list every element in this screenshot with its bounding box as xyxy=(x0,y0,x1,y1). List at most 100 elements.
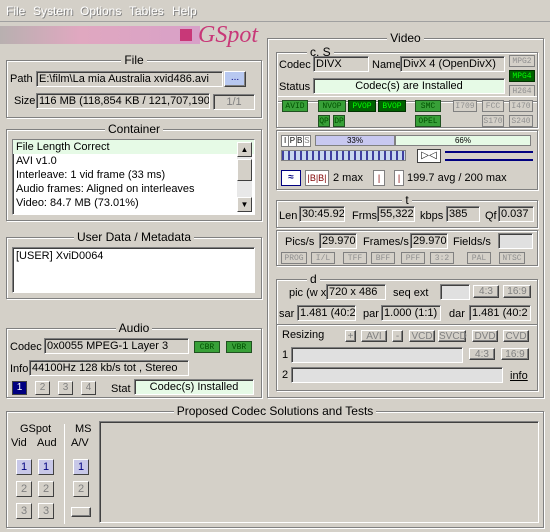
audio-group-title: Audio xyxy=(115,321,153,335)
qf-label: Qf xyxy=(485,210,497,222)
rates-subgroup: Pics/s 29.970 Frames/s 29.970 Fields/s P… xyxy=(276,230,538,266)
aud-solution-1-button[interactable]: 1 xyxy=(38,459,54,475)
b-frame-label: B xyxy=(296,136,304,146)
frame-track-line xyxy=(445,159,533,161)
userdata-box[interactable]: [USER] XviD0064 xyxy=(12,247,255,293)
frame-pct-bar-2: 66% xyxy=(395,135,531,146)
vid-solution-2-button[interactable]: 2 xyxy=(16,481,32,497)
dar-field: 1.481 (40:2 xyxy=(469,305,531,321)
il-flag: I/L xyxy=(311,252,335,264)
p-frame-label: P xyxy=(289,136,297,146)
proposed-solutions-box[interactable] xyxy=(99,421,539,523)
frame-nav-icon[interactable]: ▷◁ xyxy=(417,149,441,163)
resize-minus-button[interactable]: - xyxy=(392,330,403,342)
resize-row-1-label: 1 xyxy=(282,349,289,361)
timing-subgroup-title: t xyxy=(402,193,412,207)
video-name-field: DivX 4 (OpenDivX) xyxy=(400,56,505,72)
audio-stat-label: Stat xyxy=(111,383,131,395)
userdata-group: User Data / Metadata [USER] XviD0064 xyxy=(6,230,262,299)
len-label: Len xyxy=(279,210,298,222)
container-list[interactable]: File Length Correct AVI v1.0 Interleave:… xyxy=(12,139,255,215)
file-group: File Path E:\film\La mia Australia xvid4… xyxy=(6,53,262,118)
par-label: par xyxy=(363,308,379,320)
proposed-group-title: Proposed Codec Solutions and Tests xyxy=(173,404,377,418)
kbps-label: kbps xyxy=(420,210,444,222)
list-item: Interleave: 1 vid frame (33 ms) xyxy=(16,169,166,181)
frms-field: 55,322 xyxy=(377,206,415,222)
vbr-indicator: VBR xyxy=(226,341,252,353)
video-group: Video c, S Codec DIVX Name DivX 4 (OpenD… xyxy=(267,31,544,398)
scroll-up-icon[interactable]: ▲ xyxy=(237,142,252,157)
video-codec-field: DIVX xyxy=(313,56,369,72)
resize-row-1-field xyxy=(291,347,463,363)
audio-stream-tab-1[interactable]: 1 xyxy=(12,381,27,395)
proposed-group: Proposed Codec Solutions and Tests GSpot… xyxy=(6,404,544,528)
list-item: Video: 84.7 MB (73.01%) xyxy=(16,197,139,209)
scroll-thumb[interactable] xyxy=(237,159,252,181)
dimensions-subgroup-title: d xyxy=(307,272,320,286)
aud-solution-3-button[interactable]: 3 xyxy=(38,503,54,519)
seq-ext-label: seq ext xyxy=(393,287,429,299)
vid-solution-3-button[interactable]: 3 xyxy=(16,503,32,519)
userdata-group-title: User Data / Metadata xyxy=(73,230,195,244)
resize-row-2-field xyxy=(291,367,503,383)
sar-field: 1.481 (40:2 xyxy=(297,305,356,321)
menu-file[interactable]: File xyxy=(6,4,25,18)
video-status-field: Codec(s) are Installed xyxy=(313,78,505,94)
audio-stream-tab-2[interactable]: 2 xyxy=(35,381,50,395)
resize-169-button[interactable]: 16:9 xyxy=(501,348,529,360)
cbr-indicator: CBR xyxy=(194,341,220,353)
vid-solution-1-button[interactable]: 1 xyxy=(16,459,32,475)
menu-tables[interactable]: Tables xyxy=(129,4,164,18)
qf-field: 0.037 xyxy=(498,206,534,222)
menu-help[interactable]: Help xyxy=(172,4,197,18)
gop-icon[interactable]: ≈ xyxy=(281,170,301,186)
resize-43-button[interactable]: 4:3 xyxy=(469,348,495,360)
iframe-icon: | xyxy=(373,170,385,186)
i-frame-label: I xyxy=(282,136,290,146)
scroll-down-icon[interactable]: ▼ xyxy=(237,197,252,212)
resize-avi-button[interactable]: AVI xyxy=(361,330,387,342)
pic-label: pic (w x xyxy=(289,287,327,299)
pal-flag: PAL xyxy=(467,252,491,264)
i470-flag: I470 xyxy=(509,100,533,112)
par-field: 1.000 (1:1) xyxy=(381,305,441,321)
audio-stream-tab-3[interactable]: 3 xyxy=(58,381,73,395)
resizing-subgroup: Resizing + AVI - VCD SVCD DVD CVD 1 4:3 … xyxy=(276,325,538,391)
bframe-max-value: 2 max xyxy=(333,172,363,184)
resize-vcd-button[interactable]: VCD xyxy=(409,330,435,342)
nvop-flag: NVOP xyxy=(318,100,346,112)
resize-cvd-button[interactable]: CVD xyxy=(503,330,529,342)
audio-stream-tab-4[interactable]: 4 xyxy=(81,381,96,395)
aud-label: Aud xyxy=(37,437,57,449)
menu-options[interactable]: Options xyxy=(80,4,121,18)
ratio-169-button[interactable]: 16:9 xyxy=(503,285,531,298)
menu-system[interactable]: System xyxy=(33,4,73,18)
ms-solution-2-button[interactable]: 2 xyxy=(73,481,89,497)
bvop-flag: BVOP xyxy=(378,100,406,112)
userdata-text: [USER] XviD0064 xyxy=(16,250,104,262)
video-status-label: Status xyxy=(279,81,311,93)
s-frame-label: S xyxy=(304,136,310,145)
ms-solution-1-button[interactable]: 1 xyxy=(73,459,89,475)
pulldown-flag: 3:2 xyxy=(430,252,454,264)
container-group-title: Container xyxy=(104,122,164,136)
timing-subgroup: t Len 30:45.92 Frms 55,322 kbps 385 Qf 0… xyxy=(276,193,538,228)
browse-button[interactable]: ... xyxy=(224,71,246,87)
resize-plus-button[interactable]: + xyxy=(345,330,356,342)
s240-flag: S240 xyxy=(509,115,533,127)
file-group-title: File xyxy=(121,53,147,67)
avid-flag: AVID xyxy=(282,100,308,112)
video-group-title: Video xyxy=(387,31,424,45)
ms-extra-button[interactable] xyxy=(71,507,91,517)
info-link[interactable]: info xyxy=(510,370,528,382)
ratio-43-button[interactable]: 4:3 xyxy=(473,285,499,298)
resize-svcd-button[interactable]: SVCD xyxy=(438,330,467,342)
aud-solution-2-button[interactable]: 2 xyxy=(38,481,54,497)
container-scrollbar[interactable]: ▲ ▼ xyxy=(237,142,252,212)
resize-dvd-button[interactable]: DVD xyxy=(472,330,498,342)
menu-bar: File System Options Tables Help xyxy=(0,0,550,22)
fcc-flag: FCC xyxy=(482,100,504,112)
path-field[interactable]: E:\film\La mia Australia xvid486.avi xyxy=(36,71,223,87)
list-item: AVI v1.0 xyxy=(16,155,57,167)
